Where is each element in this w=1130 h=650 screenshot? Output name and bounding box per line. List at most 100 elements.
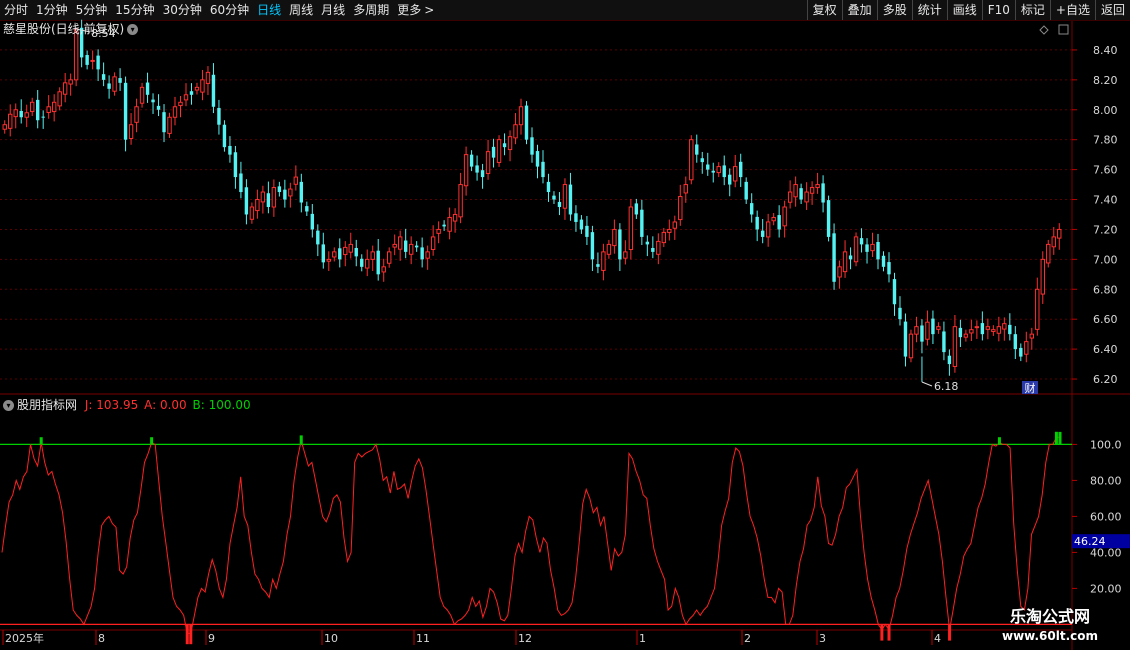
candle-body [524,105,529,140]
candle-body [562,184,568,209]
candle-body [222,124,227,148]
indicator-tick-label: 80.00 [1090,474,1122,487]
candle-body [360,258,364,267]
candle-body [695,144,699,155]
candle-body [24,112,29,118]
watermark-line2: www.60lt.com [1001,629,1099,643]
candle-body [870,243,875,252]
candle-body [310,213,315,230]
candle-body [771,216,776,222]
candle-body [678,196,683,221]
candle-body [618,229,622,260]
chevron-down-icon[interactable]: ▾ [3,400,14,411]
candle-body [321,244,325,263]
watermark-line1: 乐淘公式网 [1009,607,1090,626]
candle-body [233,152,238,178]
candle-body [837,266,842,278]
candle-body [809,187,815,194]
candle-body [354,247,358,257]
candle-body [496,139,502,163]
candle-body [205,71,211,84]
candle-body [876,242,880,260]
candle-body [51,101,57,113]
price-tick-label: 6.60 [1093,313,1118,326]
candle-body [925,321,930,340]
candle-body [381,266,386,273]
maximize-icon[interactable] [1058,24,1069,35]
candle-body [485,151,491,174]
candle-body [200,79,205,93]
candle-body [1046,243,1051,264]
price-tick-label: 8.20 [1093,74,1118,87]
candle-body [189,91,194,95]
candle-body [2,124,7,130]
candle-body [1013,334,1018,350]
oversold-bar [880,624,884,641]
date-label: 4 [934,632,941,645]
candle-body [969,329,974,334]
price-tick-label: 8.00 [1093,104,1118,117]
candle-body [887,262,891,275]
candle-body [689,139,694,181]
candle-body [68,79,73,85]
oversold-bar [887,624,891,641]
candle-body [518,106,524,126]
candle-body [974,326,980,329]
candle-body [469,154,474,167]
candle-body [898,307,902,320]
chevron-down-icon[interactable]: ▾ [127,24,139,35]
diamond-icon[interactable] [1039,25,1049,35]
candle-body [821,183,825,203]
candle-body [755,216,759,230]
candle-body [947,355,952,365]
candle-body [848,255,853,260]
current-value-label: 46.24 [1074,535,1106,548]
candle-body [376,250,380,275]
candle-body [733,166,738,182]
candle-body [414,245,419,248]
candle-body [194,86,200,91]
candle-body [8,113,13,129]
candle-body [90,59,95,62]
candle-body [217,107,221,125]
candle-body [892,279,897,305]
candle-body [167,116,172,134]
candle-body [700,158,704,163]
candle-body [430,236,436,250]
candle-body [634,203,639,215]
candle-body [19,110,23,118]
price-tick-label: 8.40 [1093,44,1118,57]
candle-body [513,124,518,139]
candle-body [1040,258,1045,295]
candle-body [96,55,100,70]
candle-body [348,243,353,253]
candle-body [101,74,106,80]
candle-body [403,240,408,252]
candle-body [535,151,540,167]
candle-body [596,264,600,267]
candle-body [1051,236,1056,248]
candle-body [162,112,166,133]
candle-body [480,170,485,178]
price-tick-label: 7.20 [1093,223,1118,236]
candle-body [277,186,282,193]
candle-body [128,124,134,139]
candle-body [288,188,293,197]
overbought-bar [39,437,43,445]
candle-body [112,76,117,92]
axis-labels: 8.40 8.20 8.00 7.80 7.60 7.40 7.20 7.00 6.80 6.60… [2,44,1130,645]
indicator-series [0,431,1072,645]
candle-body [305,206,309,212]
indicator-tick-label: 20.00 [1090,582,1122,595]
candle-body [1002,323,1007,330]
candle-body [640,209,644,237]
candle-body [656,240,661,255]
candle-body [370,251,375,260]
candle-body [1024,341,1029,355]
candle-body [706,164,710,170]
indicator-tick-label: 100.0 [1090,438,1122,451]
candle-body [826,200,831,237]
candle-body [283,189,287,200]
candle-body [942,331,946,353]
candle-body [722,165,726,178]
